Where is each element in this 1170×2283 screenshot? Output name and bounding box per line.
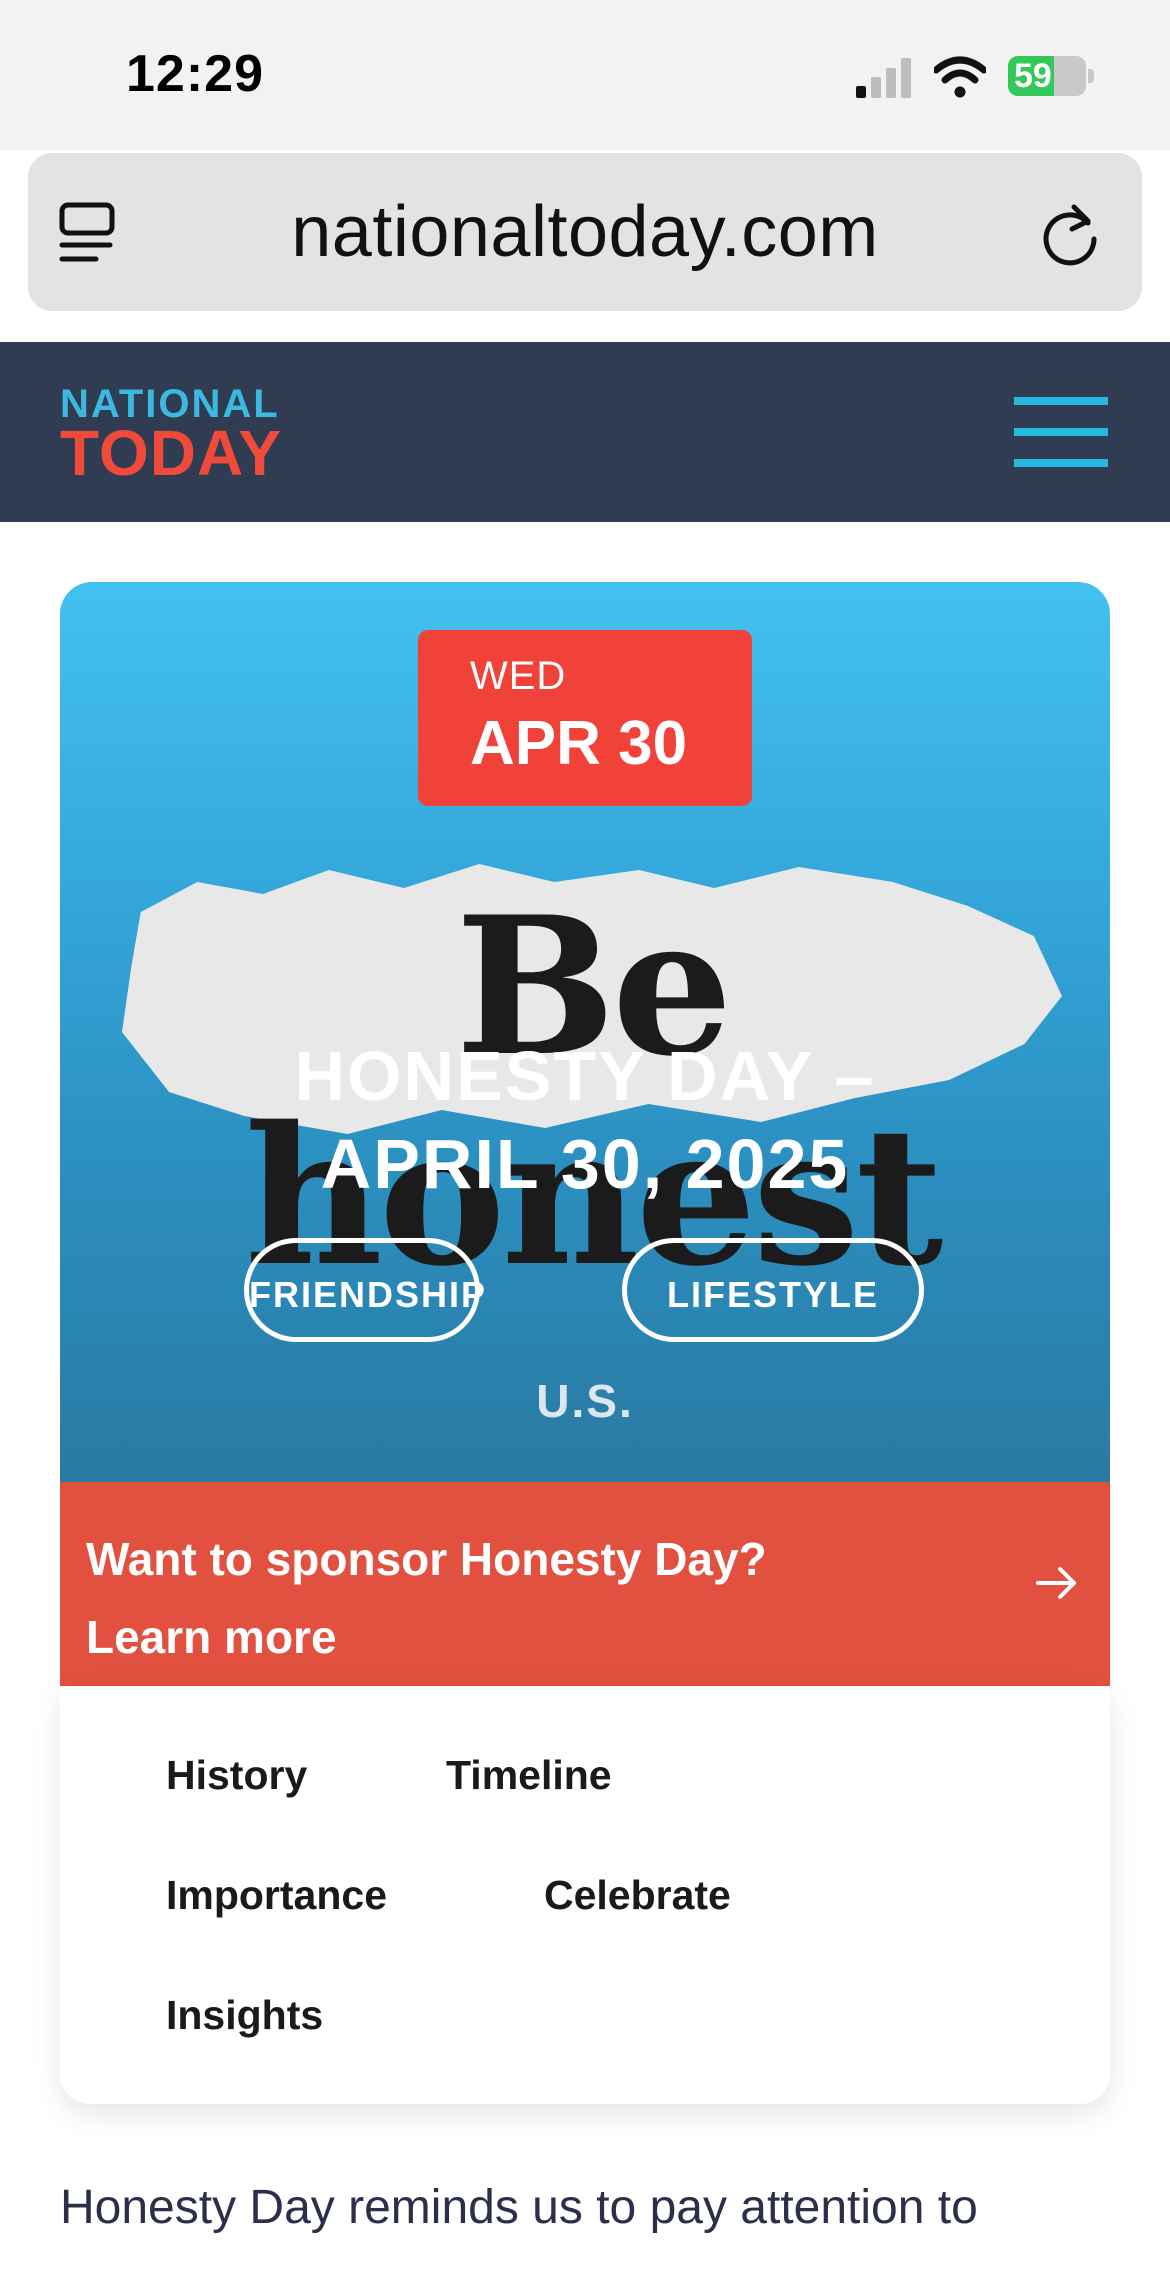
cellular-signal-icon xyxy=(856,58,911,98)
site-header: NATIONAL TODAY xyxy=(0,342,1170,522)
sponsor-learn-more[interactable]: Learn more xyxy=(86,1598,986,1676)
toc-link-insights[interactable]: Insights xyxy=(166,1992,323,2039)
battery-percent: 59 xyxy=(1014,57,1052,95)
page-title-line1: HONESTY DAY – xyxy=(294,1037,876,1115)
status-bar: 12:29 59 xyxy=(0,0,1170,150)
table-of-contents: History Timeline Importance Celebrate In… xyxy=(60,1686,1110,2104)
hamburger-menu-button[interactable] xyxy=(1014,397,1108,467)
date-day-of-week: WED xyxy=(470,654,567,698)
tag-list: FRIENDSHIP LIFESTYLE xyxy=(60,1238,1110,1348)
region-label[interactable]: U.S. xyxy=(60,1374,1110,1428)
toc-link-celebrate[interactable]: Celebrate xyxy=(544,1872,731,1919)
tag-lifestyle[interactable]: LIFESTYLE xyxy=(622,1238,924,1342)
arrow-right-icon[interactable] xyxy=(1034,1560,1080,1606)
date-month-day: APR 30 xyxy=(470,709,688,778)
hero-banner: Be honest WED APR 30 HONESTY DAY – APRIL… xyxy=(60,582,1110,1482)
toc-link-timeline[interactable]: Timeline xyxy=(446,1752,612,1799)
page-title-line2: APRIL 30, 2025 xyxy=(320,1125,850,1203)
tag-friendship[interactable]: FRIENDSHIP xyxy=(244,1238,485,1342)
sponsor-banner[interactable]: Want to sponsor Honesty Day? Learn more xyxy=(60,1482,1110,1686)
date-badge: WED APR 30 xyxy=(418,630,752,806)
logo-today-text: TODAY xyxy=(60,417,282,489)
national-today-logo[interactable]: NATIONAL TODAY xyxy=(60,382,300,497)
url-text[interactable]: nationaltoday.com xyxy=(28,153,1142,311)
intro-paragraph: Honesty Day reminds us to pay attention … xyxy=(60,2181,978,2234)
sponsor-text-line1: Want to sponsor Honesty Day? xyxy=(86,1533,767,1585)
status-time: 12:29 xyxy=(126,45,264,103)
toc-link-history[interactable]: History xyxy=(166,1752,307,1799)
address-bar[interactable]: nationaltoday.com xyxy=(28,153,1142,311)
battery-indicator: 59 xyxy=(1008,56,1094,96)
reload-icon[interactable] xyxy=(1040,201,1102,267)
page-title: HONESTY DAY – APRIL 30, 2025 xyxy=(60,1032,1110,1208)
wifi-icon xyxy=(934,56,986,98)
toc-link-importance[interactable]: Importance xyxy=(166,1872,387,1919)
